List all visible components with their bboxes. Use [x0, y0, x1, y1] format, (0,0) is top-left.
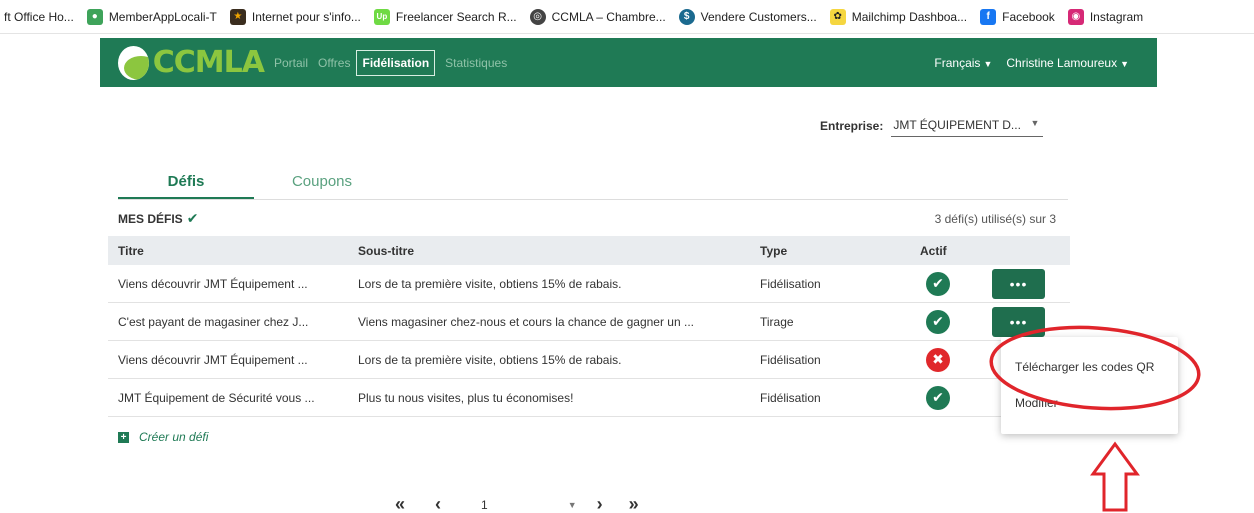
top-navbar: CCMLA Portail Offres Fidélisation Statis…	[100, 38, 1157, 87]
logo-mark-icon	[118, 45, 149, 80]
bookmark-office[interactable]: ft Office Ho...	[0, 10, 83, 24]
bookmark-internet[interactable]: ★ Internet pour s'info...	[226, 8, 370, 25]
row-subtitle: Lors de ta première visite, obtiens 15% …	[358, 352, 622, 367]
company-selector: Entreprise: JMT ÉQUIPEMENT D... ▼	[820, 115, 1044, 137]
more-actions-button[interactable]: •••	[992, 306, 1045, 337]
page-select[interactable]: 1	[481, 498, 488, 512]
row-type: Fidélisation	[760, 390, 821, 405]
navbar-right: Français ▼ Christine Lamoureux ▼	[934, 56, 1129, 70]
actions-dropdown-menu: Télécharger les codes QR Modifier	[1001, 337, 1178, 434]
section-title: MES DÉFIS ✔	[118, 210, 198, 227]
language-dropdown[interactable]: Français ▼	[934, 56, 992, 70]
row-subtitle: Viens magasiner chez-nous et cours la ch…	[358, 314, 694, 329]
company-label: Entreprise:	[820, 119, 884, 133]
menu-modify[interactable]: Modifier	[1001, 388, 1178, 418]
active-check-icon[interactable]: ✔	[926, 385, 950, 410]
row-type: Fidélisation	[760, 352, 821, 367]
section-header: MES DÉFIS ✔ 3 défi(s) utilisé(s) sur 3	[118, 210, 1068, 227]
active-check-icon[interactable]: ✔	[926, 309, 950, 334]
row-type: Tirage	[760, 314, 794, 329]
row-subtitle: Lors de ta première visite, obtiens 15% …	[358, 276, 622, 291]
row-subtitle: Plus tu nous visites, plus tu économises…	[358, 390, 574, 405]
table-header: Titre Sous-titre Type Actif	[108, 236, 1070, 265]
table-row: C'est payant de magasiner chez J... Vien…	[108, 303, 1070, 341]
last-page-button[interactable]: »	[629, 494, 639, 513]
nav-fidelisation[interactable]: Fidélisation	[356, 49, 436, 76]
star-icon: ★	[229, 8, 246, 25]
bookmark-label: Instagram	[1089, 9, 1144, 24]
bookmark-label: Internet pour s'info...	[251, 9, 361, 24]
bookmark-label: Vendere Customers...	[700, 9, 817, 24]
active-check-icon[interactable]: ✔	[926, 271, 950, 296]
bookmark-instagram[interactable]: ◉ Instagram	[1064, 8, 1152, 25]
bookmark-facebook[interactable]: f Facebook	[976, 8, 1064, 25]
tabs: Défis Coupons	[118, 168, 390, 200]
globe-icon: ◎	[529, 8, 546, 25]
bookmark-label: Facebook	[1002, 9, 1055, 24]
bookmark-label: MemberAppLocali-T	[108, 9, 217, 24]
bookmark-mailchimp[interactable]: ✿ Mailchimp Dashboa...	[826, 8, 976, 25]
row-type: Fidélisation	[760, 276, 821, 291]
tab-coupons[interactable]: Coupons	[254, 168, 390, 200]
row-title: Viens découvrir JMT Équipement ...	[118, 276, 308, 291]
nav-statistiques[interactable]: Statistiques	[445, 56, 507, 70]
language-label: Français	[934, 55, 981, 70]
mailchimp-icon: ✿	[829, 8, 846, 25]
facebook-icon: f	[980, 8, 997, 25]
bookmark-label: ft Office Ho...	[4, 9, 74, 24]
bookmark-ccmla[interactable]: ◎ CCMLA – Chambre...	[526, 8, 675, 25]
map-pin-icon: ●	[86, 8, 103, 25]
upwork-icon: Up	[373, 8, 390, 25]
usage-count: 3 défi(s) utilisé(s) sur 3	[934, 211, 1056, 226]
nav-offres[interactable]: Offres	[318, 56, 350, 70]
company-select[interactable]: JMT ÉQUIPEMENT D... ▼	[891, 115, 1044, 137]
create-challenge-link[interactable]: + Créer un défi	[118, 430, 208, 444]
caret-down-icon: ▼	[1120, 58, 1129, 69]
header-type: Type	[760, 243, 788, 258]
vendere-icon: $	[678, 8, 695, 25]
header-active: Actif	[920, 243, 947, 258]
caret-down-icon: ▼	[567, 499, 577, 510]
bookmark-memberapp[interactable]: ● MemberAppLocali-T	[83, 8, 226, 25]
instagram-icon: ◉	[1067, 8, 1084, 25]
arrow-up-icon	[1090, 441, 1140, 512]
pagination: « ‹ 1 ▼ › »	[395, 494, 639, 513]
challenges-table: Titre Sous-titre Type Actif Viens découv…	[108, 236, 1070, 417]
bookmark-vendere[interactable]: $ Vendere Customers...	[675, 8, 826, 25]
nav-portail[interactable]: Portail	[274, 56, 308, 70]
tab-divider	[118, 199, 1068, 200]
check-icon: ✔	[186, 210, 199, 226]
first-page-button[interactable]: «	[395, 494, 405, 513]
tab-defis[interactable]: Défis	[118, 168, 254, 200]
section-title-text: MES DÉFIS	[118, 211, 183, 226]
logo-text: CCMLA	[152, 45, 265, 80]
table-row: Viens découvrir JMT Équipement ... Lors …	[108, 265, 1070, 303]
row-title: JMT Équipement de Sécurité vous ...	[118, 390, 315, 405]
bookmark-freelancer[interactable]: Up Freelancer Search R...	[370, 8, 526, 25]
next-page-button[interactable]: ›	[597, 494, 603, 513]
header-title: Titre	[118, 243, 144, 258]
user-name: Christine Lamoureux	[1006, 55, 1118, 70]
bookmark-label: Freelancer Search R...	[395, 9, 517, 24]
create-challenge-label: Créer un défi	[139, 430, 209, 444]
user-dropdown[interactable]: Christine Lamoureux ▼	[1006, 56, 1129, 70]
ccmla-logo[interactable]: CCMLA	[118, 45, 265, 80]
more-actions-button[interactable]: •••	[992, 268, 1045, 299]
prev-page-button[interactable]: ‹	[435, 494, 441, 513]
inactive-x-icon[interactable]: ✖	[926, 347, 950, 372]
header-subtitle: Sous-titre	[358, 243, 415, 258]
company-value: JMT ÉQUIPEMENT D...	[893, 118, 1021, 132]
table-row: Viens découvrir JMT Équipement ... Lors …	[108, 341, 1070, 379]
table-row: JMT Équipement de Sécurité vous ... Plus…	[108, 379, 1070, 417]
bookmarks-bar: ft Office Ho... ● MemberAppLocali-T ★ In…	[0, 0, 1254, 34]
caret-down-icon: ▼	[983, 58, 993, 69]
menu-download-qr[interactable]: Télécharger les codes QR	[1001, 352, 1178, 382]
plus-square-icon: +	[118, 431, 129, 443]
bookmark-label: CCMLA – Chambre...	[551, 9, 666, 24]
row-title: C'est payant de magasiner chez J...	[118, 314, 309, 329]
bookmark-label: Mailchimp Dashboa...	[851, 9, 968, 24]
caret-down-icon: ▼	[1030, 118, 1040, 128]
row-title: Viens découvrir JMT Équipement ...	[118, 352, 308, 367]
